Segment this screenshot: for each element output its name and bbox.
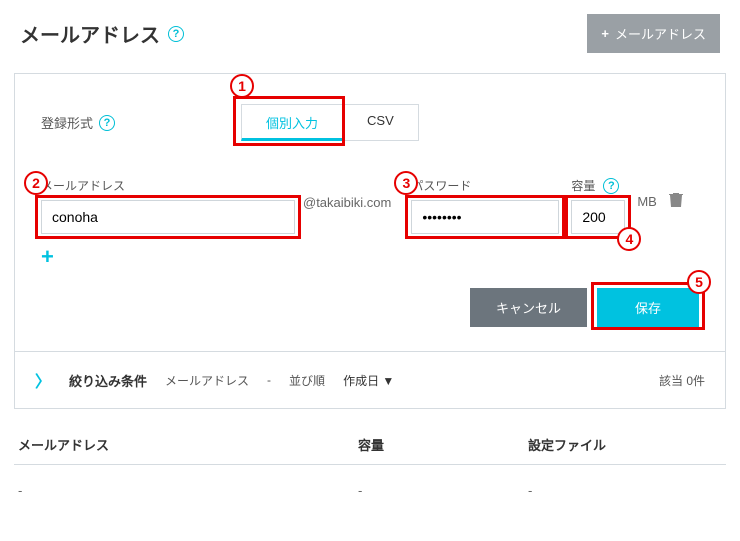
cell-email: -: [18, 483, 358, 498]
tab-individual[interactable]: 個別入力: [241, 104, 343, 141]
cancel-button[interactable]: キャンセル: [470, 288, 587, 327]
capacity-field-block: 4 容量: [571, 177, 625, 234]
add-mail-address-button[interactable]: メールアドレス: [587, 14, 720, 53]
registration-type-tabs: 1 個別入力 CSV: [241, 104, 419, 141]
filter-mail-value: -: [267, 373, 271, 387]
password-field-block: 3 パスワード: [411, 177, 559, 234]
email-input[interactable]: [41, 200, 295, 234]
page-title: メールアドレス: [20, 19, 184, 48]
filter-mail-label: メールアドレス: [165, 372, 249, 389]
help-icon[interactable]: [603, 178, 619, 194]
title-text: メールアドレス: [20, 19, 160, 48]
capacity-label: 容量: [571, 177, 595, 194]
callout-2: 2: [24, 171, 48, 195]
fields-row: 2 メールアドレス @takaibiki.com 3 パスワード 4 容量 MB: [41, 177, 699, 234]
result-table: メールアドレス 容量 設定ファイル - - -: [14, 425, 726, 516]
domain-text: @takaibiki.com: [303, 195, 391, 210]
help-icon[interactable]: [99, 115, 115, 131]
form-panel: 登録形式 1 個別入力 CSV 2 メールアドレス @takaibiki.com…: [14, 73, 726, 352]
email-label: メールアドレス: [41, 177, 295, 194]
registration-type-label: 登録形式: [41, 113, 241, 132]
help-icon[interactable]: [168, 26, 184, 42]
col-capacity: 容量: [358, 435, 528, 454]
col-email: メールアドレス: [18, 435, 358, 454]
callout-4: 4: [617, 227, 641, 251]
callout-1: 1: [230, 74, 254, 98]
email-field-block: 2 メールアドレス: [41, 177, 295, 234]
password-input[interactable]: [411, 200, 559, 234]
table-row: - - -: [14, 465, 726, 516]
cell-capacity: -: [358, 483, 528, 498]
action-bar: キャンセル 5 保存: [41, 288, 699, 327]
table-header: メールアドレス 容量 設定ファイル: [14, 425, 726, 465]
filter-title: 絞り込み条件: [69, 371, 147, 390]
tab-csv[interactable]: CSV: [343, 104, 419, 141]
trash-icon[interactable]: [669, 192, 683, 211]
add-row-button[interactable]: +: [41, 244, 54, 270]
col-file: 設定ファイル: [528, 435, 722, 454]
add-button-label: メールアドレス: [615, 24, 706, 43]
registration-type-row: 登録形式 1 個別入力 CSV: [41, 104, 699, 141]
callout-5: 5: [687, 270, 711, 294]
page-header: メールアドレス メールアドレス: [0, 0, 740, 61]
chevron-right-icon[interactable]: 〉: [35, 368, 51, 392]
result-count: 該当 0件: [659, 372, 705, 389]
filter-sort-value[interactable]: 作成日 ▼: [343, 372, 394, 389]
capacity-input[interactable]: [571, 200, 625, 234]
filter-bar: 〉 絞り込み条件 メールアドレス - 並び順 作成日 ▼ 該当 0件: [14, 352, 726, 409]
cell-file: -: [528, 483, 722, 498]
filter-sort-label: 並び順: [289, 372, 325, 389]
save-button[interactable]: 保存: [597, 288, 699, 327]
plus-icon: [601, 26, 609, 41]
password-label: パスワード: [411, 177, 559, 194]
capacity-unit: MB: [637, 194, 657, 209]
